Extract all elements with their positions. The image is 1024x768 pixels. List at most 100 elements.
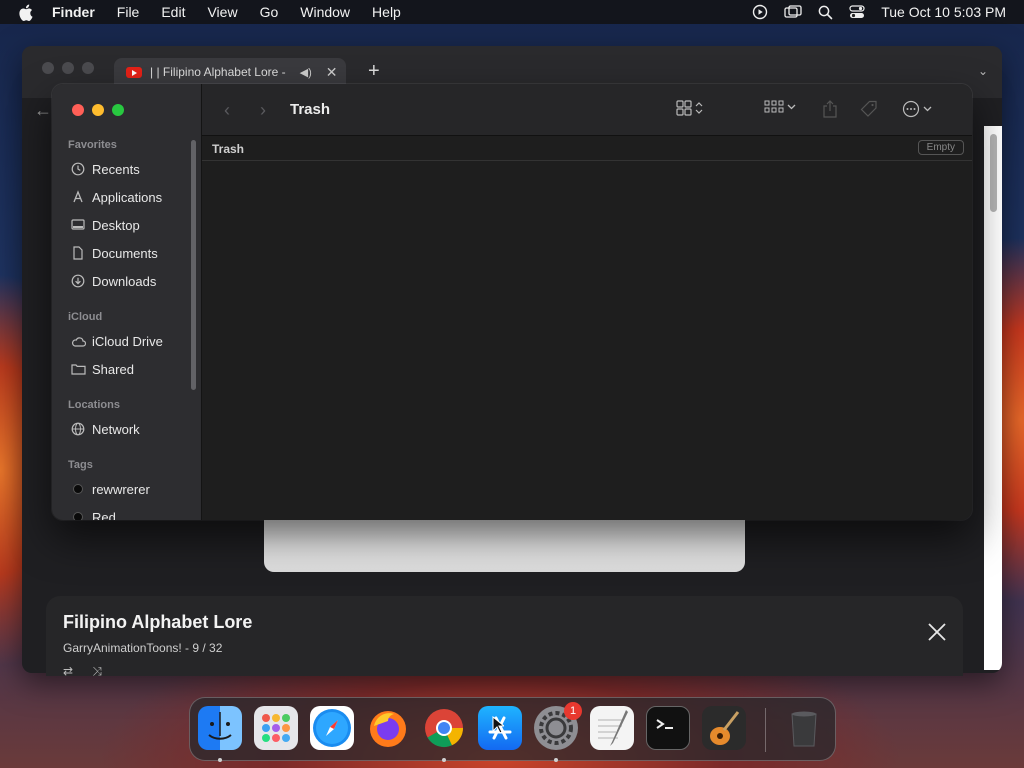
mini-player-title[interactable]: Filipino Alphabet Lore xyxy=(63,612,252,633)
sidebar-item-applications[interactable]: Applications xyxy=(70,186,162,208)
sidebar-item-label: Shared xyxy=(92,361,134,377)
menu-file[interactable]: File xyxy=(117,4,140,20)
sidebar-item-tag-rewwrerer[interactable]: rewwrerer xyxy=(70,478,150,500)
loop-icon[interactable]: ⇄ xyxy=(63,664,81,678)
apple-menu-icon[interactable] xyxy=(18,2,38,22)
trash-label: Trash xyxy=(212,142,245,156)
dock-textedit-icon[interactable] xyxy=(590,706,634,750)
sidebar-item-label: iCloud Drive xyxy=(92,333,163,349)
sidebar-heading-icloud: iCloud xyxy=(68,311,103,323)
screen-recording-icon[interactable] xyxy=(752,4,768,20)
tag-dot-icon xyxy=(73,512,83,520)
tab-list-chevron-icon[interactable]: ⌄ xyxy=(978,64,988,78)
mini-player-close-icon[interactable] xyxy=(927,622,947,647)
dock-trash-icon[interactable] xyxy=(782,706,826,750)
sidebar-item-shared[interactable]: Shared xyxy=(70,358,134,380)
sidebar-item-label: Applications xyxy=(92,189,163,205)
dock-launchpad-icon[interactable] xyxy=(254,706,298,750)
group-by-icon[interactable] xyxy=(764,100,796,114)
back-chevron-icon[interactable]: ‹ xyxy=(224,100,230,121)
more-actions-icon[interactable] xyxy=(902,100,932,118)
dock-chrome-icon[interactable] xyxy=(422,706,466,750)
applications-icon xyxy=(70,189,86,205)
clock-icon xyxy=(70,161,86,177)
sidebar-item-network[interactable]: Network xyxy=(70,418,140,440)
browser-close-dot[interactable] xyxy=(42,62,54,74)
youtube-favicon-icon xyxy=(126,66,142,78)
sidebar-heading-favorites: Favorites xyxy=(68,139,117,151)
sidebar-item-label: Recents xyxy=(92,161,140,177)
mouse-cursor-icon xyxy=(492,715,506,739)
mini-player-subtitle: GarryAnimationToons! - 9 / 32 xyxy=(63,641,223,655)
download-icon xyxy=(70,273,86,289)
sidebar-item-icloud-drive[interactable]: iCloud Drive xyxy=(70,330,163,352)
sidebar-heading-tags: Tags xyxy=(68,459,93,471)
document-icon xyxy=(70,245,86,261)
control-center-icon[interactable] xyxy=(849,5,865,19)
sidebar-item-label: Network xyxy=(92,421,140,437)
dock: 1 xyxy=(189,697,836,762)
dock-garageband-icon[interactable] xyxy=(702,706,746,750)
sidebar-item-downloads[interactable]: Downloads xyxy=(70,270,156,292)
dock-firefox-icon[interactable] xyxy=(366,706,410,750)
window-title: Trash xyxy=(290,101,331,118)
sidebar-item-label: Documents xyxy=(92,245,158,261)
tag-dot-icon xyxy=(73,484,83,494)
sidebar-scroll-thumb[interactable] xyxy=(191,140,196,390)
sidebar-item-label: Desktop xyxy=(92,217,140,233)
browser-back-icon[interactable]: ← xyxy=(34,100,52,121)
sidebar-item-label: Downloads xyxy=(92,273,157,289)
sidebar-item-desktop[interactable]: Desktop xyxy=(70,214,140,236)
menu-bar: Finder File Edit View Go Window Help Tue… xyxy=(0,0,1024,24)
view-mode-grid-icon[interactable] xyxy=(676,100,703,116)
trash-header-bar: Trash Empty xyxy=(202,137,972,161)
window-close-button[interactable] xyxy=(72,104,84,116)
menu-app-name[interactable]: Finder xyxy=(52,4,95,20)
sidebar-item-label: Red xyxy=(92,509,116,521)
running-indicator xyxy=(218,758,222,762)
tag-icon[interactable] xyxy=(860,100,878,118)
spotlight-search-icon[interactable] xyxy=(818,5,833,20)
menu-go[interactable]: Go xyxy=(260,4,279,20)
cloud-icon xyxy=(70,333,86,349)
sidebar-item-label: rewwrerer xyxy=(92,481,150,497)
shared-folder-icon xyxy=(70,361,86,377)
screen-mirroring-icon[interactable] xyxy=(784,5,802,19)
tab-close-icon[interactable]: ✕ xyxy=(326,64,338,81)
mini-player: Filipino Alphabet Lore GarryAnimationToo… xyxy=(46,596,963,679)
running-indicator xyxy=(554,758,558,762)
sidebar-heading-locations: Locations xyxy=(68,399,120,411)
shuffle-icon[interactable]: ⤨ xyxy=(92,664,110,678)
browser-zoom-dot[interactable] xyxy=(82,62,94,74)
window-zoom-button[interactable] xyxy=(112,104,124,116)
forward-chevron-icon[interactable]: › xyxy=(260,100,266,121)
dock-terminal-icon[interactable] xyxy=(646,706,690,750)
desktop-icon xyxy=(70,217,86,233)
sidebar-item-documents[interactable]: Documents xyxy=(70,242,158,264)
finder-sidebar: Favorites Recents Applications Desktop D… xyxy=(52,84,202,520)
menu-view[interactable]: View xyxy=(207,4,237,20)
browser-tab[interactable]: | | Filipino Alphabet Lore - ◀) ✕ xyxy=(114,58,346,86)
sidebar-item-tag-red[interactable]: Red xyxy=(70,506,116,520)
menu-edit[interactable]: Edit xyxy=(161,4,185,20)
menu-clock[interactable]: Tue Oct 10 5:03 PM xyxy=(881,4,1006,20)
menu-help[interactable]: Help xyxy=(372,4,401,20)
browser-tab-title: | | Filipino Alphabet Lore - xyxy=(150,65,286,79)
menu-window[interactable]: Window xyxy=(300,4,350,20)
empty-trash-button[interactable]: Empty xyxy=(917,140,964,155)
dock-separator xyxy=(765,708,766,752)
new-tab-button[interactable]: + xyxy=(368,61,380,81)
share-icon[interactable] xyxy=(822,100,838,118)
mini-player-controls: ⇄ ⤨ xyxy=(63,664,110,679)
finder-window: Favorites Recents Applications Desktop D… xyxy=(52,84,972,520)
browser-scroll-thumb[interactable] xyxy=(990,134,997,212)
browser-minimize-dot[interactable] xyxy=(62,62,74,74)
notification-badge: 1 xyxy=(564,702,582,720)
dock-safari-icon[interactable] xyxy=(310,706,354,750)
finder-content-area[interactable] xyxy=(202,162,972,520)
finder-toolbar: ‹ › Trash xyxy=(202,84,972,136)
dock-finder-icon[interactable] xyxy=(198,706,242,750)
sidebar-item-recents[interactable]: Recents xyxy=(70,158,140,180)
window-minimize-button[interactable] xyxy=(92,104,104,116)
audio-playing-icon[interactable]: ◀) xyxy=(300,66,312,79)
